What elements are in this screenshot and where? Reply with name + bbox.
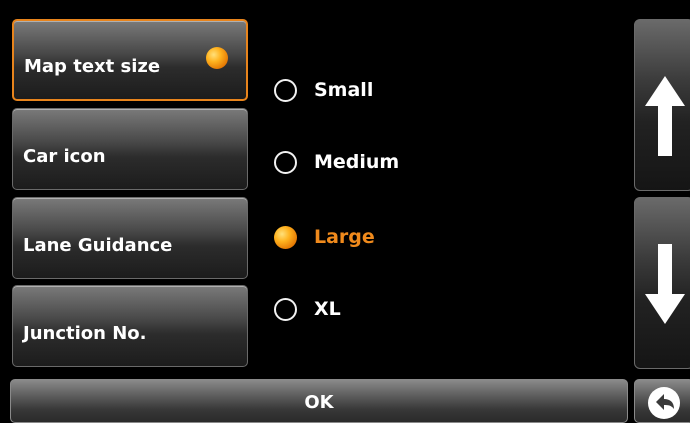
- active-indicator-icon: [206, 47, 228, 69]
- ok-button-label: OK: [304, 392, 334, 413]
- radio-button[interactable]: [274, 79, 297, 102]
- option-label: Medium: [314, 151, 400, 173]
- radio-button-selected[interactable]: [274, 226, 297, 249]
- menu-item-label: Lane Guidance: [23, 235, 173, 256]
- menu-item-car-icon[interactable]: Car icon: [12, 108, 248, 190]
- menu-item-junction-no[interactable]: Junction No.: [12, 285, 248, 367]
- option-label: Small: [314, 79, 374, 101]
- arrow-up-icon: [645, 76, 685, 156]
- scroll-up-button[interactable]: [634, 19, 690, 191]
- radio-button[interactable]: [274, 151, 297, 174]
- arrow-down-icon: [645, 244, 685, 324]
- back-arrow-icon: [648, 387, 680, 419]
- back-button[interactable]: [634, 379, 690, 423]
- menu-item-label: Map text size: [24, 56, 161, 77]
- option-label: Large: [314, 226, 375, 248]
- menu-item-label: Car icon: [23, 146, 106, 167]
- menu-item-map-text-size[interactable]: Map text size: [12, 19, 248, 101]
- radio-button[interactable]: [274, 298, 297, 321]
- ok-button[interactable]: OK: [10, 379, 628, 423]
- option-label: XL: [314, 298, 341, 320]
- menu-item-label: Junction No.: [23, 323, 147, 344]
- scroll-down-button[interactable]: [634, 197, 690, 369]
- menu-item-lane-guidance[interactable]: Lane Guidance: [12, 197, 248, 279]
